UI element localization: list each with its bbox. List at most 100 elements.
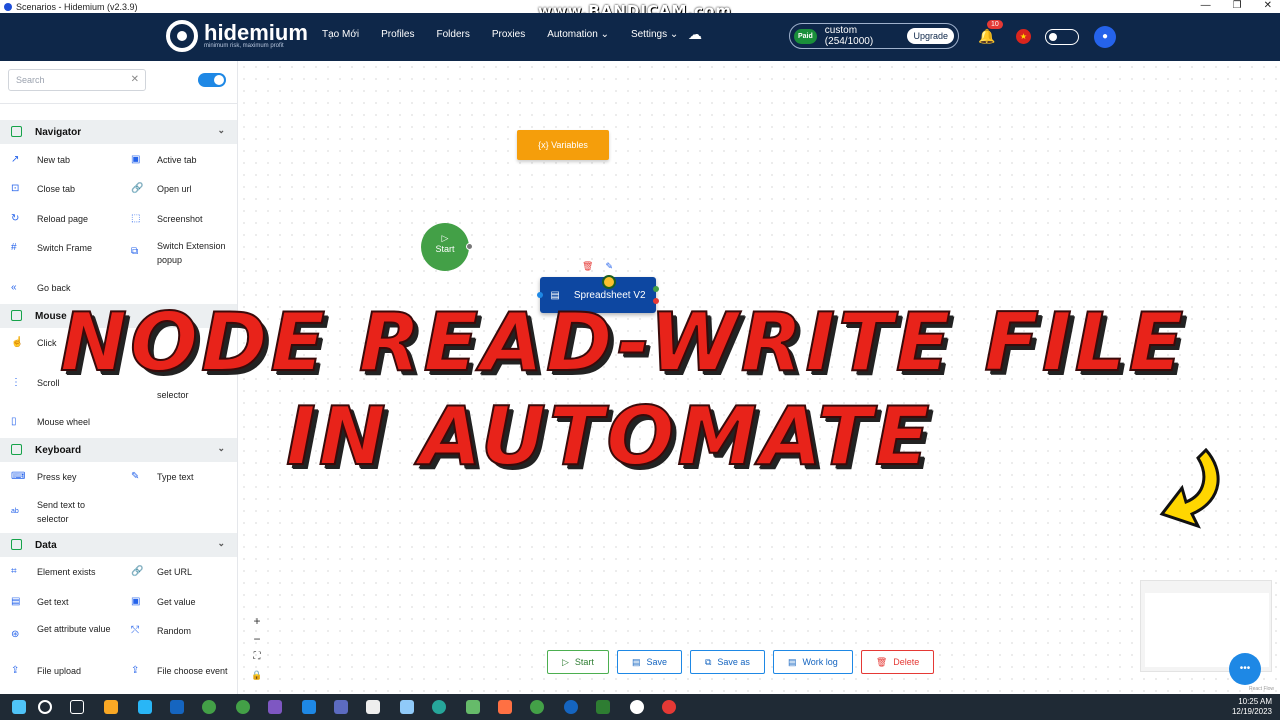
node-file-choose[interactable]: ⇪ File choose event xyxy=(131,664,237,678)
node-switch-extension[interactable]: ⧉ Switch Extension popup xyxy=(131,239,235,267)
data-icon xyxy=(11,539,22,550)
app-icon[interactable] xyxy=(630,700,644,714)
hidemium-logo[interactable]: hidemium minimum risk, maximum profit xyxy=(166,20,308,52)
chrome-icon[interactable] xyxy=(236,700,250,714)
node-send-text[interactable]: ab Send text to selector xyxy=(11,498,117,526)
section-keyboard-label: Keyboard xyxy=(35,444,82,456)
upgrade-button[interactable]: Upgrade xyxy=(907,28,954,44)
node-scroll[interactable]: ⋮ Scroll xyxy=(11,376,127,390)
app-icon[interactable] xyxy=(268,700,282,714)
section-navigator[interactable]: Navigator ⌄ xyxy=(0,120,237,144)
start-output-handle[interactable] xyxy=(466,243,473,250)
excel-icon[interactable] xyxy=(596,700,610,714)
node-type-text[interactable]: ✎ Type text xyxy=(131,470,237,484)
node-new-tab[interactable]: ↗ New tab xyxy=(11,153,127,167)
save-button[interactable]: ▤ Save xyxy=(616,650,682,674)
nav-settings[interactable]: Settings ⌄ xyxy=(631,29,678,40)
chevron-down-icon: ⌄ xyxy=(217,125,225,135)
app-icon[interactable] xyxy=(466,700,480,714)
windows-start-icon[interactable] xyxy=(12,700,26,714)
theme-toggle[interactable] xyxy=(1045,29,1079,45)
start-node[interactable]: ▷ Start xyxy=(421,223,473,271)
node-file-upload[interactable]: ⇪ File upload xyxy=(11,664,127,678)
node-switch-frame[interactable]: # Switch Frame xyxy=(11,241,127,255)
node-element-exists[interactable]: ⌗ Element exists xyxy=(11,565,127,579)
node-active-tab[interactable]: ▣ Active tab xyxy=(131,153,237,167)
section-data[interactable]: Data ⌄ xyxy=(0,533,237,557)
app-icon[interactable] xyxy=(400,700,414,714)
nav-profiles[interactable]: Profiles xyxy=(381,29,414,40)
nav-folders[interactable]: Folders xyxy=(436,29,469,40)
clear-search-icon[interactable]: ✕ xyxy=(131,74,139,85)
nav-create-new[interactable]: Tạo Mới xyxy=(322,29,359,40)
node-open-url[interactable]: 🔗 Open url xyxy=(131,182,237,196)
save-as-button[interactable]: ⧉ Save as xyxy=(689,650,765,674)
work-log-button[interactable]: ▤ Work log xyxy=(772,650,853,674)
input-handle[interactable] xyxy=(537,292,543,298)
fit-view-button[interactable]: ⛶ xyxy=(248,648,266,666)
flow-canvas[interactable]: {x} Variables ▷ Start 🗑 ✎ ▤ Spreadsheet … xyxy=(238,61,1280,694)
new-tab-icon: ↗ xyxy=(11,154,20,165)
user-avatar[interactable]: ● xyxy=(1094,26,1116,48)
chat-bubble-icon[interactable]: ••• xyxy=(1229,653,1261,685)
sidebar-toggle[interactable] xyxy=(198,73,226,87)
cloud-icon[interactable]: ☁ xyxy=(688,26,702,43)
sidebar-search-input[interactable]: Search ✕ xyxy=(8,69,146,91)
record-icon[interactable] xyxy=(662,700,676,714)
node-get-url[interactable]: 🔗 Get URL xyxy=(131,565,237,579)
lock-icon[interactable]: 🔒 xyxy=(248,666,266,684)
bell-icon[interactable]: 🔔 xyxy=(978,28,995,45)
close-window-button[interactable]: ✕ xyxy=(1264,0,1272,11)
node-get-text[interactable]: ▤ Get text xyxy=(11,595,127,609)
app-icon[interactable] xyxy=(170,700,184,714)
node-get-attribute[interactable]: ⊛ Get attribute value xyxy=(11,622,117,640)
task-view-icon[interactable] xyxy=(70,700,84,714)
error-handle[interactable] xyxy=(653,298,659,304)
eye-logo-icon xyxy=(166,20,198,52)
edit-icon[interactable]: ✎ xyxy=(605,261,613,272)
node-mouse-wheel[interactable]: ▯ Mouse wheel xyxy=(11,415,127,429)
react-flow-attribution: React Flow xyxy=(1249,686,1275,692)
nav-proxies[interactable]: Proxies xyxy=(492,29,525,40)
play-icon: ▷ xyxy=(441,233,449,243)
scroll-icon: ⋮ xyxy=(11,377,21,388)
start-button[interactable]: ▷ Start xyxy=(547,650,609,674)
minimize-button[interactable]: — xyxy=(1201,0,1211,11)
search-icon[interactable] xyxy=(38,700,52,714)
file-explorer-icon[interactable] xyxy=(104,700,118,714)
app-icon[interactable] xyxy=(334,700,348,714)
node-close-tab[interactable]: ⊡ Close tab xyxy=(11,182,127,196)
node-reload-page[interactable]: ↻ Reload page xyxy=(11,212,127,226)
spreadsheet-v2-node[interactable]: ▤ Spreadsheet V2 xyxy=(537,277,659,313)
section-keyboard[interactable]: Keyboard ⌄ xyxy=(0,438,237,462)
chrome-icon[interactable] xyxy=(530,700,544,714)
delete-button[interactable]: 🗑 Delete xyxy=(860,650,935,674)
hidemium-taskbar-icon[interactable] xyxy=(564,700,578,714)
node-click[interactable]: ☝ Click xyxy=(11,336,127,350)
node-scroll-selector[interactable]: selector xyxy=(157,388,237,402)
zoom-in-button[interactable]: + xyxy=(248,612,266,630)
app-icon[interactable] xyxy=(498,700,512,714)
system-clock[interactable]: 10:25 AM 12/19/2023 xyxy=(1232,697,1272,717)
node-get-value[interactable]: ▣ Get value xyxy=(131,595,237,609)
telegram-icon[interactable] xyxy=(138,700,152,714)
node-go-back[interactable]: « Go back xyxy=(11,281,127,295)
nav-automation[interactable]: Automation ⌄ xyxy=(547,29,609,40)
node-random[interactable]: ⤲ Random xyxy=(131,624,237,638)
chrome-icon[interactable] xyxy=(202,700,216,714)
success-handle[interactable] xyxy=(653,286,659,292)
maximize-button[interactable]: ❐ xyxy=(1233,0,1242,11)
app-icon[interactable] xyxy=(432,700,446,714)
node-screenshot[interactable]: ⬚ Screenshot xyxy=(131,212,237,226)
vietnam-flag-icon[interactable]: ★ xyxy=(1016,29,1031,44)
mouse-icon xyxy=(11,310,22,321)
variables-node[interactable]: {x} Variables xyxy=(517,130,609,160)
trash-icon[interactable]: 🗑 xyxy=(582,261,593,272)
zoom-out-button[interactable]: − xyxy=(248,630,266,648)
app-icon[interactable] xyxy=(302,700,316,714)
node-label: Open url xyxy=(157,184,192,194)
node-press-key[interactable]: ⌨ Press key xyxy=(11,470,127,484)
app-icon[interactable] xyxy=(366,700,380,714)
section-data-label: Data xyxy=(35,539,57,551)
section-mouse[interactable]: Mouse xyxy=(0,304,237,328)
